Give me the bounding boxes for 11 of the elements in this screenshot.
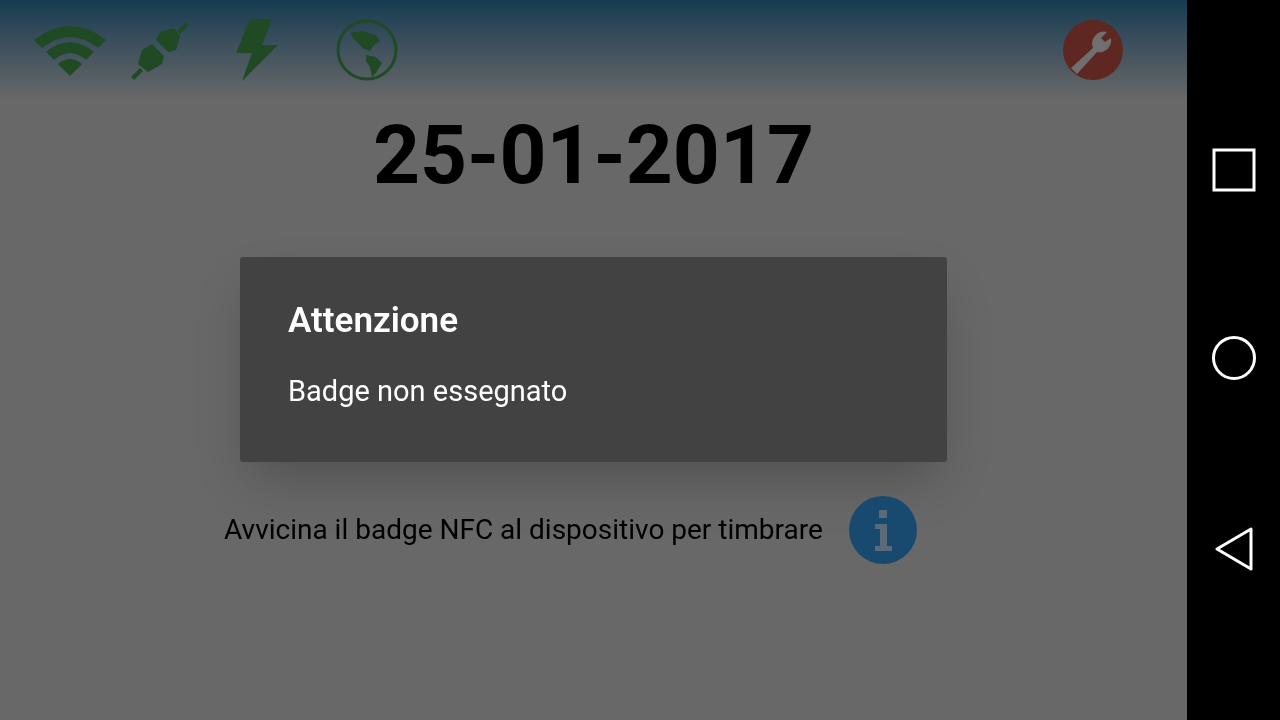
home-icon[interactable] [1210,335,1257,381]
dialog-title: Attenzione [288,299,459,343]
plug-icon [130,20,190,80]
lightning-icon [236,19,278,81]
date-text: 25-01-2017 [373,114,814,196]
recent-apps-icon[interactable] [1211,148,1256,192]
wifi-icon [34,24,106,76]
instruction-text: Avvicina il badge NFC al dispositivo per timbrare [224,512,823,548]
back-icon[interactable] [1213,527,1254,571]
dialog-message: Badge non essegnato [288,372,569,409]
globe-icon [336,19,398,81]
